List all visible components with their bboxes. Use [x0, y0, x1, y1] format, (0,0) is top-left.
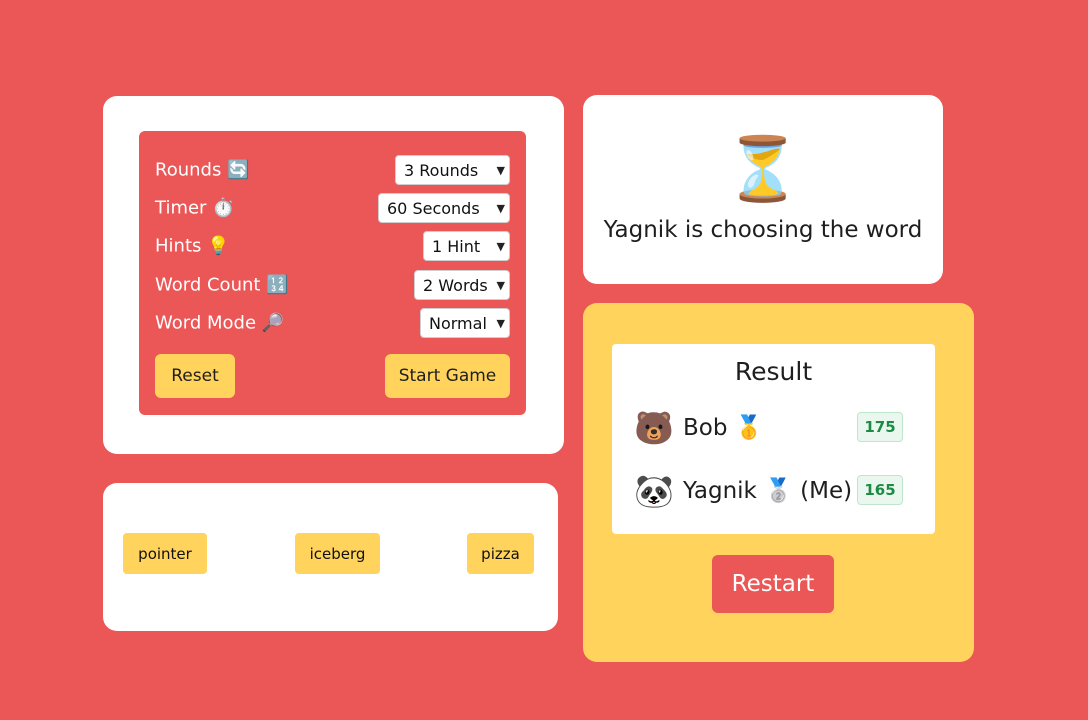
hints-row: Hints 💡 1 Hint ▼: [155, 231, 510, 261]
rounds-row: Rounds 🔄 3 Rounds ▼: [155, 155, 510, 185]
player-name: Bob 🥇: [683, 415, 764, 441]
word-option-pointer[interactable]: pointer: [123, 533, 207, 574]
chevron-down-icon: ▼: [496, 278, 505, 292]
word-count-row: Word Count 🔢 2 Words ▼: [155, 270, 510, 300]
game-settings-card: Rounds 🔄 3 Rounds ▼ Timer ⏱️ 60 Seconds …: [103, 96, 564, 454]
restart-button[interactable]: Restart: [712, 555, 834, 613]
chevron-down-icon: ▼: [496, 316, 505, 330]
reset-button[interactable]: Reset: [155, 354, 235, 398]
word-count-select-value: 2 Words: [423, 275, 488, 295]
rounds-select-value: 3 Rounds: [404, 160, 479, 180]
timer-select[interactable]: 60 Seconds ▼: [378, 193, 510, 223]
word-option-pizza[interactable]: pizza: [467, 533, 534, 574]
panda-avatar-icon: 🐼: [634, 472, 674, 510]
word-mode-select-value: Normal: [429, 313, 487, 333]
chevron-down-icon: ▼: [496, 239, 505, 253]
player-row: 🐻 Bob 🥇 175: [634, 408, 903, 448]
timer-label: Timer ⏱️: [155, 197, 235, 219]
result-title: Result: [734, 357, 813, 386]
score-badge: 165: [857, 475, 903, 505]
word-mode-select[interactable]: Normal ▼: [420, 308, 510, 338]
settings-panel: Rounds 🔄 3 Rounds ▼ Timer ⏱️ 60 Seconds …: [139, 131, 526, 415]
timer-row: Timer ⏱️ 60 Seconds ▼: [155, 193, 510, 223]
hourglass-icon: ⏳: [724, 132, 802, 205]
status-card: ⏳ Yagnik is choosing the word: [583, 95, 943, 284]
rounds-label: Rounds 🔄: [155, 159, 250, 181]
hints-select[interactable]: 1 Hint ▼: [423, 231, 510, 261]
word-option-iceberg[interactable]: iceberg: [295, 533, 380, 574]
bear-avatar-icon: 🐻: [634, 409, 674, 447]
result-panel: Result 🐻 Bob 🥇 175 🐼 Yagnik 🥈 (Me) 165 R…: [583, 303, 974, 662]
player-name: Yagnik 🥈 (Me): [683, 478, 853, 504]
chevron-down-icon: ▼: [496, 201, 505, 215]
word-choices-card: pointer iceberg pizza: [103, 483, 558, 631]
start-game-button[interactable]: Start Game: [385, 354, 510, 398]
status-message: Yagnik is choosing the word: [603, 217, 923, 243]
player-row: 🐼 Yagnik 🥈 (Me) 165: [634, 471, 903, 511]
rounds-select[interactable]: 3 Rounds ▼: [395, 155, 510, 185]
word-mode-row: Word Mode 🔎 Normal ▼: [155, 308, 510, 338]
result-card: Result 🐻 Bob 🥇 175 🐼 Yagnik 🥈 (Me) 165: [612, 344, 935, 534]
word-mode-label: Word Mode 🔎: [155, 312, 285, 334]
hints-label: Hints 💡: [155, 235, 230, 257]
timer-select-value: 60 Seconds: [387, 198, 480, 218]
word-count-select[interactable]: 2 Words ▼: [414, 270, 510, 300]
chevron-down-icon: ▼: [496, 163, 505, 177]
hints-select-value: 1 Hint: [432, 236, 481, 256]
score-badge: 175: [857, 412, 903, 442]
word-count-label: Word Count 🔢: [155, 274, 289, 296]
